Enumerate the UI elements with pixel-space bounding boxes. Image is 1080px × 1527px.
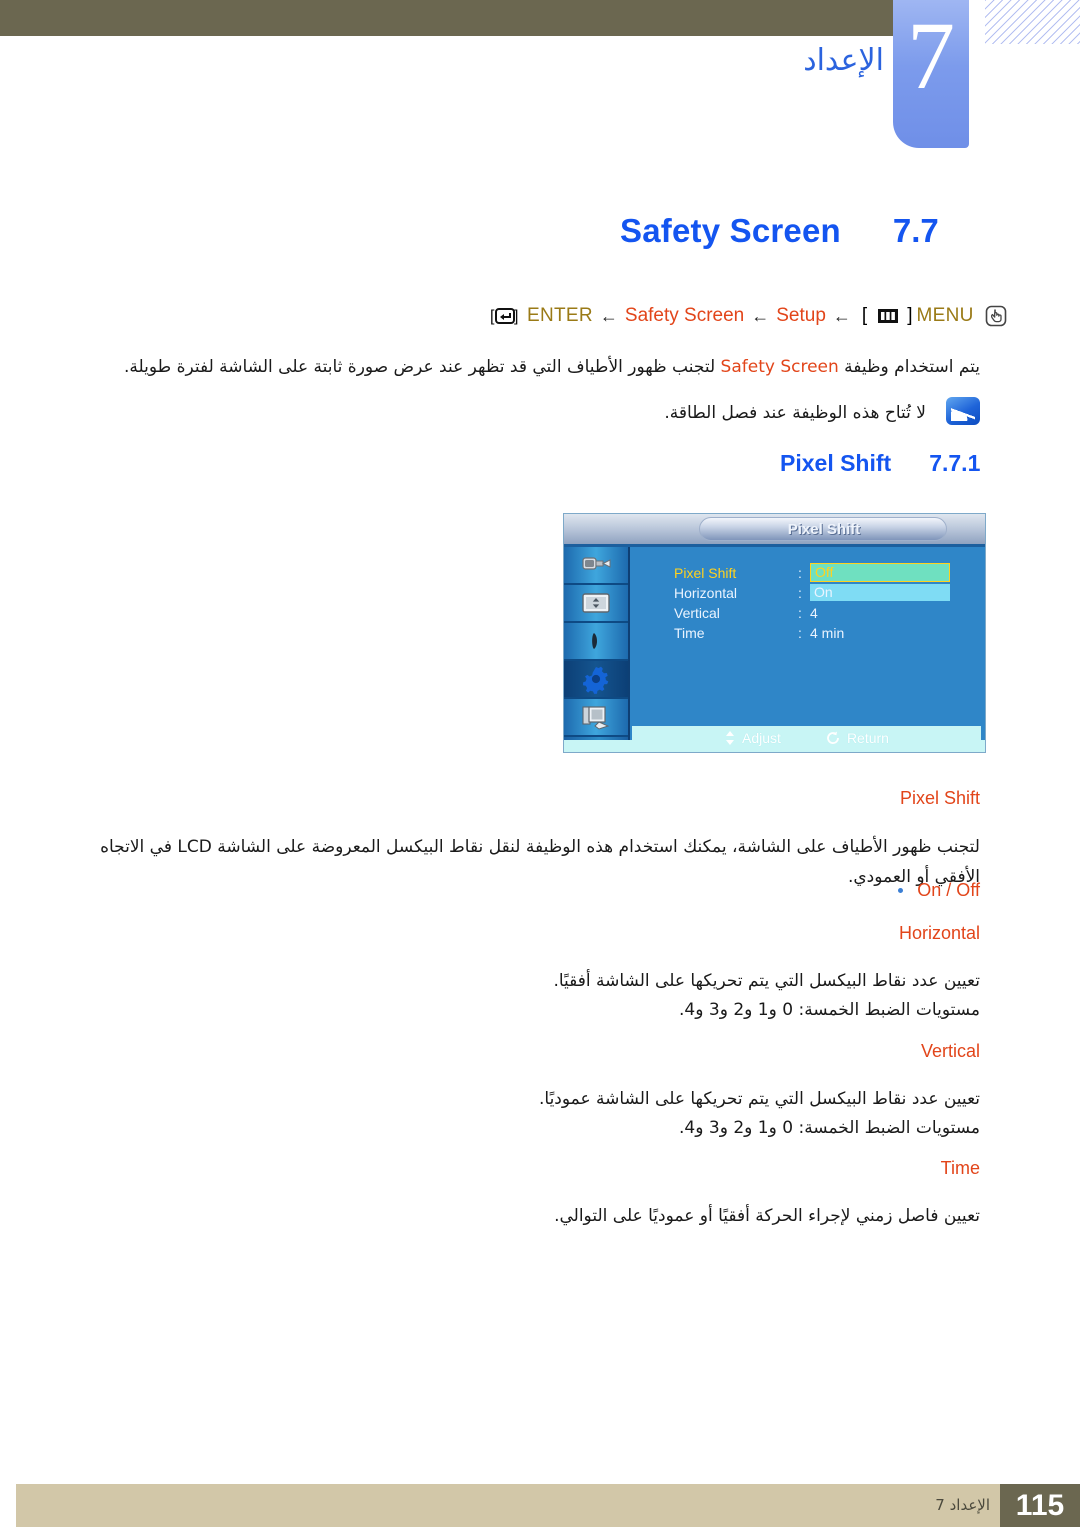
osd-row-label: Horizontal [674, 584, 738, 601]
osd-sidebar-item-sound[interactable] [564, 623, 628, 661]
osd-sidebar-item-picture[interactable] [564, 547, 628, 585]
osd-sidebar [564, 547, 630, 752]
breadcrumb-bracket-close: ] [907, 305, 913, 326]
chapter-title: الإعداد [803, 43, 884, 78]
menu-bars-icon [877, 308, 899, 324]
intro-text-after: لتجنب ظهور الأطياف التي قد تظهر عند عرض … [123, 357, 721, 377]
osd-row-value[interactable]: 4 [810, 605, 818, 621]
osd-row-time[interactable]: Time : 4 min [674, 623, 985, 642]
enter-key-icon: [ ] [490, 306, 520, 326]
bullet-label: On / Off [917, 880, 980, 900]
breadcrumb-item-safety-screen: Safety Screen [624, 305, 745, 326]
breadcrumb-arrow-1: ← [599, 305, 618, 326]
item-body-horizontal-line2: مستويات الضبط الخمسة: 0 و1 و2 و3 و4. [679, 1000, 980, 1020]
osd-row-value[interactable]: 4 min [810, 625, 844, 641]
item-heading-pixel-shift: Pixel Shift [899, 788, 980, 808]
item-body-vertical-line2: مستويات الضبط الخمسة: 0 و1 و2 و3 و4. [679, 1118, 980, 1138]
intro-text-before: يتم استخدام وظيفة [838, 357, 980, 377]
return-arrow-icon [827, 731, 839, 744]
hand-press-button-icon [985, 305, 1007, 327]
breadcrumb-arrow-2: ← [751, 305, 770, 326]
osd-row-colon: : [798, 564, 802, 581]
osd-hint-label: Adjust [742, 730, 781, 746]
item-heading-time: Time [940, 1158, 980, 1178]
item-heading-vertical: Vertical [920, 1041, 980, 1061]
header-hatch-pattern [985, 0, 1080, 44]
osd-sidebar-item-setup[interactable] [564, 661, 628, 699]
osd-sidebar-item-multi-control[interactable] [564, 699, 628, 737]
note-block: لا تُتاح هذه الوظيفة عند فصل الطاقة. [95, 397, 980, 427]
chapter-tab: 7 [893, 0, 969, 148]
breadcrumb: [ ] ENTER ← Safety Screen ← Setup ← [ ] … [490, 305, 1007, 327]
up-down-arrows-icon [726, 731, 735, 745]
item-body-horizontal-line1: تعيين عدد نقاط البيكسل التي يتم تحريكها … [553, 971, 980, 991]
item-body-pixel-shift: لتجنب ظهور الأطياف على الشاشة، يمكنك است… [100, 837, 980, 887]
osd-row-vertical[interactable]: Vertical : 4 [674, 603, 985, 622]
osd-hint-label: Return [846, 730, 889, 746]
footer-page-number: 115 [1015, 1488, 1065, 1522]
osd-title-pill: Pixel Shift [699, 517, 947, 541]
multi-control-icon [582, 706, 610, 730]
note-info-icon [946, 397, 980, 425]
svg-text:]: ] [514, 308, 518, 325]
footer-page-box: 115 [1000, 1484, 1080, 1527]
osd-body: Pixel Shift : Off Horizontal : On Vertic… [632, 547, 985, 726]
section-title: Safety Screen [620, 212, 841, 249]
breadcrumb-menu-label: MENU [916, 305, 974, 326]
osd-hint-bar: Adjust Return [632, 726, 981, 750]
sound-icon [592, 633, 597, 649]
breadcrumb-enter-label: ENTER [527, 305, 593, 326]
osd-screenshot: Pixel Shift Pixel Shift: Off Horizontal… [563, 513, 986, 753]
osd-row-pixel-shift[interactable]: Pixel Shift : Off [674, 563, 985, 582]
osd-row-colon: : [798, 624, 802, 641]
intro-highlight: Safety Screen [720, 357, 839, 377]
subsection-number: 7.7.1 [929, 450, 981, 476]
intro-paragraph: يتم استخدام وظيفة Safety Screen لتجنب ظه… [95, 352, 980, 382]
setup-gear-icon [583, 666, 609, 694]
note-text: لا تُتاح هذه الوظيفة عند فصل الطاقة. [664, 403, 926, 423]
footer-chapter-label: الإعداد 7 [935, 1496, 990, 1514]
svg-text:[: [ [490, 308, 495, 325]
subsection-title: Pixel Shift [780, 450, 892, 476]
osd-row-value[interactable]: Off [810, 563, 950, 582]
section-number: 7.7 [892, 212, 939, 249]
osd-window-title: Pixel Shift [787, 521, 861, 538]
breadcrumb-arrow-3: ← [832, 305, 851, 326]
item-body-time-line1: تعيين فاصل زمني لإجراء الحركة أفقيًا أو … [554, 1206, 980, 1226]
section-heading: Safety Screen 7.7 [620, 212, 939, 250]
chapter-number: 7 [907, 2, 955, 109]
osd-row-label: Time [674, 624, 705, 641]
item-bullet-pixel-shift: On / Off [898, 880, 980, 901]
osd-row-label: Pixel Shift [674, 564, 737, 581]
osd-sidebar-item-screen[interactable] [564, 585, 628, 623]
manual-page: 7 الإعداد Safety Screen 7.7 [ ] ENTER ← … [0, 0, 1080, 1527]
osd-row-horizontal[interactable]: Horizontal : On [674, 583, 985, 602]
osd-row-colon: : [798, 604, 802, 621]
osd-row-value[interactable]: On [810, 584, 950, 601]
picture-roller-icon [582, 557, 611, 570]
item-body-vertical-line1: تعيين عدد نقاط البيكسل التي يتم تحريكها … [538, 1089, 980, 1109]
osd-row-label: Vertical [674, 604, 720, 621]
subsection-heading: Pixel Shift 7.7.1 [780, 450, 980, 477]
osd-hint-return: Return [825, 730, 889, 746]
header-olive-bar [0, 0, 893, 36]
bullet-dot-icon [898, 888, 904, 893]
osd-row-colon: : [798, 584, 802, 601]
breadcrumb-bracket-open: [ [861, 305, 868, 326]
osd-hint-adjust: Adjust [724, 730, 781, 746]
osd-menu-rows: Pixel Shift : Off Horizontal : On Vertic… [674, 563, 985, 643]
screen-adjust-icon [582, 593, 610, 613]
item-heading-horizontal: Horizontal [898, 923, 980, 943]
breadcrumb-item-setup: Setup [776, 305, 826, 326]
